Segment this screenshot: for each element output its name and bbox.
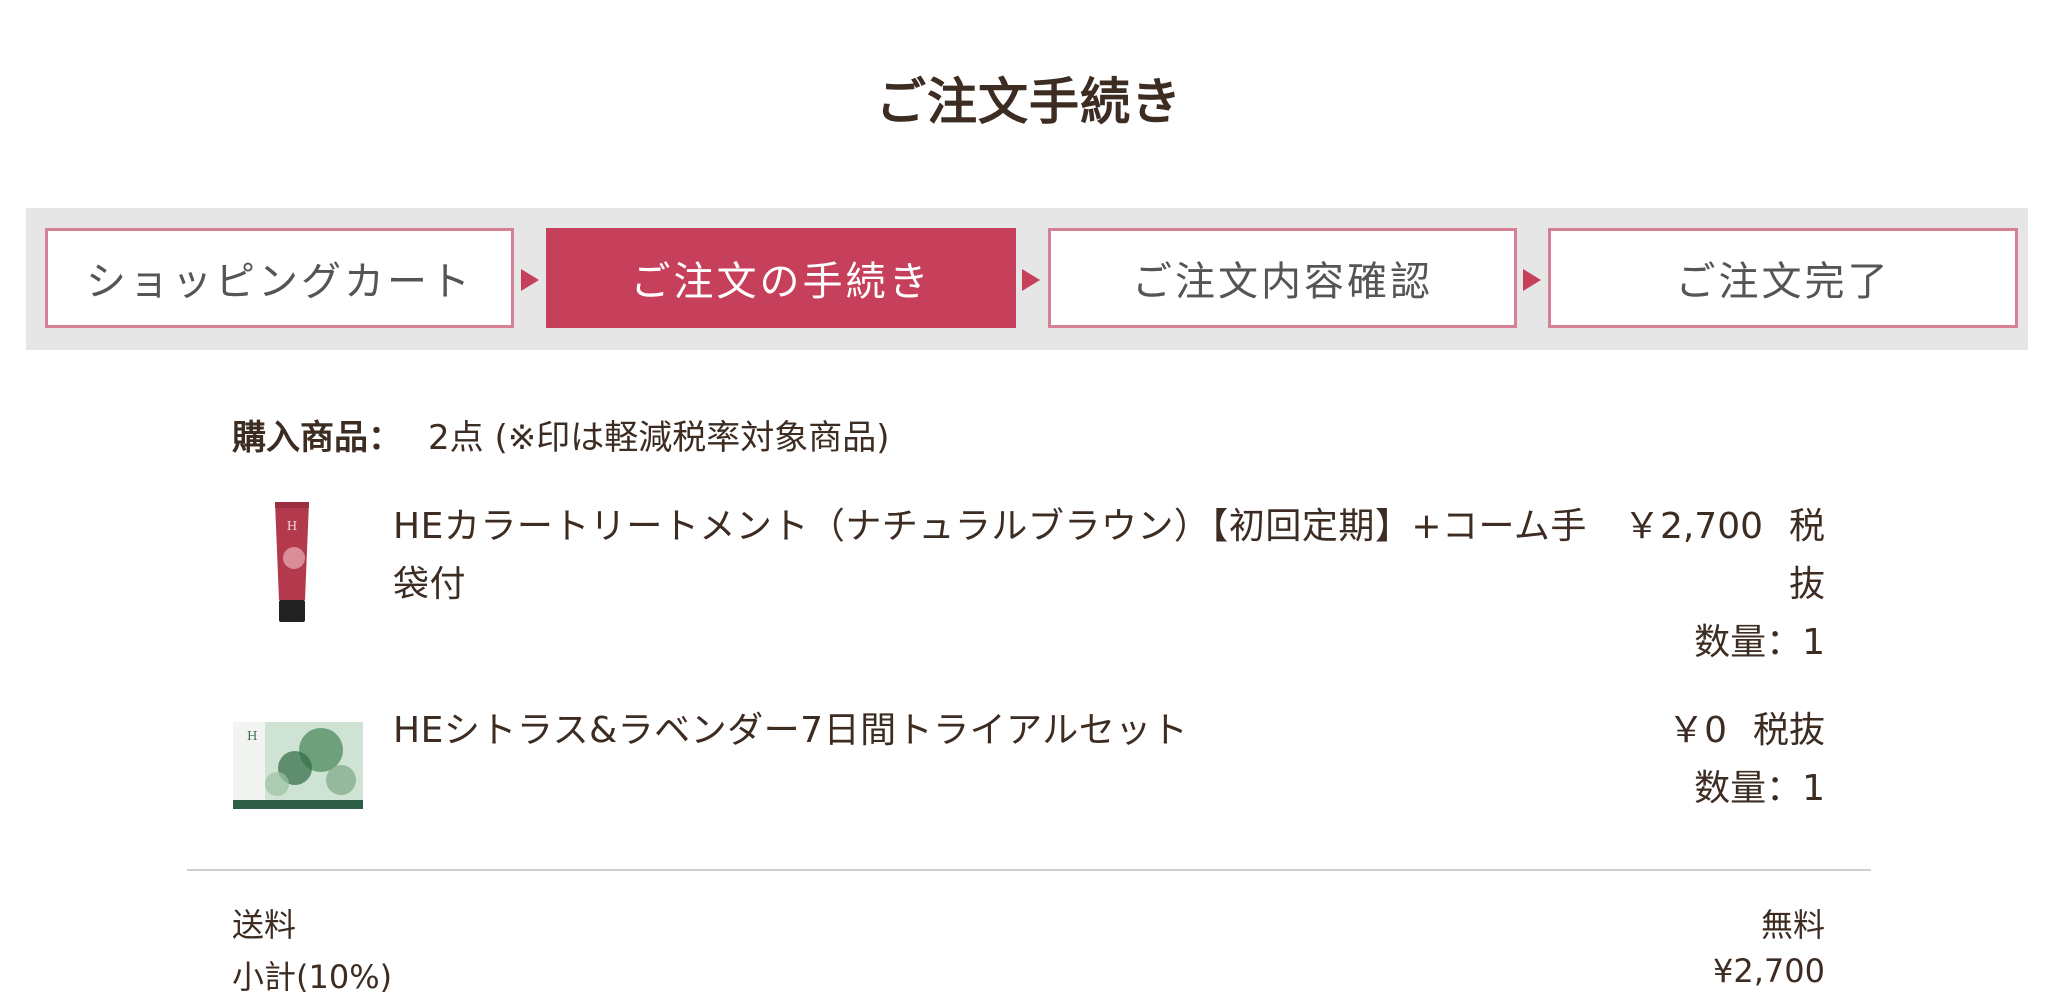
shipping-label: 送料 (232, 906, 297, 944)
item-price-block: ￥2,700 税抜 数量：1 (1624, 498, 1825, 672)
subtotal-value: ¥2,700 (1713, 952, 1825, 990)
shipping-row: 送料 無料 (232, 900, 1825, 946)
item-price: ￥2,700 (1623, 506, 1763, 547)
svg-text:H: H (287, 519, 297, 533)
subtotal-label: 小計(10%) (232, 958, 393, 996)
divider (187, 869, 1871, 871)
item-tax-label: 税抜 (1752, 710, 1825, 751)
item-tax-label: 税抜 (1789, 506, 1826, 605)
trial-set-image[interactable]: H (233, 722, 363, 809)
step-order-complete: ご注文完了 (1548, 228, 2018, 328)
item-price-block: ￥0 税抜 数量：1 (1668, 702, 1825, 818)
step-order-procedure: ご注文の手続き (546, 228, 1016, 328)
shipping-value: 無料 (1760, 906, 1825, 944)
subtotal-row: 小計(10%) ¥2,700 (232, 952, 1825, 998)
step-arrow-icon (521, 269, 539, 291)
item-name[interactable]: HEカラートリートメント（ナチュラルブラウン）【初回定期】+コーム手袋付 (393, 498, 1593, 614)
item-price: ￥0 (1668, 710, 1727, 751)
step-shopping-cart: ショッピングカート (45, 228, 514, 328)
item-name[interactable]: HEシトラス&ラベンダー7日間トライアルセット (393, 702, 1593, 760)
purchase-summary-value: 2点 (※印は軽減税率対象商品) (428, 418, 890, 458)
step-arrow-icon (1022, 269, 1040, 291)
item-quantity: 数量：1 (1694, 768, 1825, 809)
checkout-steps: ショッピングカート ご注文の手続き ご注文内容確認 ご注文完了 (26, 208, 2028, 350)
step-order-confirmation: ご注文内容確認 (1048, 228, 1517, 328)
item-quantity: 数量：1 (1694, 622, 1825, 663)
purchase-summary: 購入商品： 2点 (※印は軽減税率対象商品) (232, 410, 889, 459)
svg-text:H: H (247, 729, 257, 743)
page-title: ご注文手続き (876, 73, 1182, 131)
treatment-tube-image[interactable]: H (262, 500, 322, 624)
purchase-summary-label: 購入商品： (232, 418, 402, 458)
step-arrow-icon (1523, 269, 1541, 291)
